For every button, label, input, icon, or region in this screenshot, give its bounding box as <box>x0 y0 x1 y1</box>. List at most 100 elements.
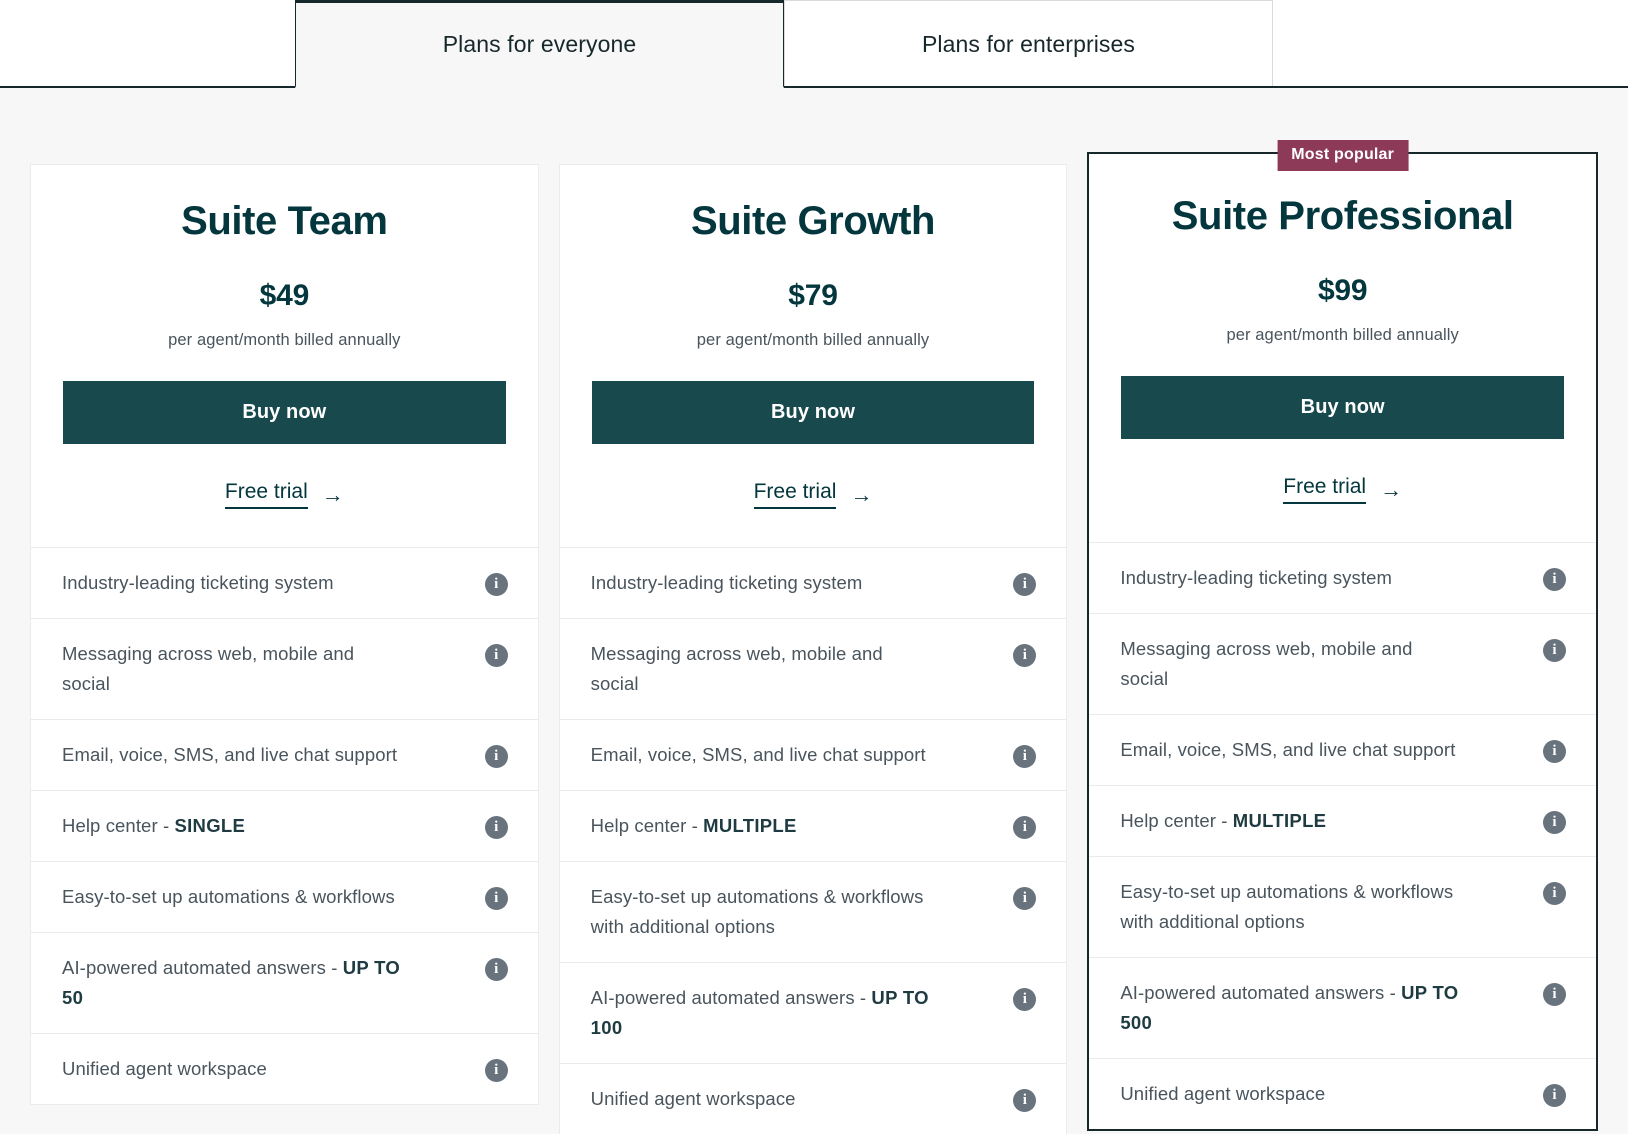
feature-row: Email, voice, SMS, and live chat support… <box>31 720 538 791</box>
plan-price: $49 <box>259 279 310 312</box>
plan-name: Suite Growth <box>690 199 936 243</box>
free-trial-link[interactable]: Free trial <box>1283 475 1367 504</box>
info-icon[interactable]: i <box>484 1058 508 1082</box>
info-icon[interactable]: i <box>1013 573 1037 596</box>
feature-row: Easy-to-set up automations & workflows i <box>31 862 538 933</box>
info-icon[interactable]: i <box>1543 568 1567 591</box>
free-trial-link[interactable]: Free trial <box>224 480 308 509</box>
feature-label: Email, voice, SMS, and live chat support <box>1120 738 1456 760</box>
feature-emphasis: MULTIPLE <box>1232 809 1327 831</box>
plan-feature-list: Industry-leading ticketing system i Messag… <box>1089 543 1597 1129</box>
info-icon[interactable]: i <box>1013 987 1037 1011</box>
info-icon[interactable]: i <box>1013 643 1037 667</box>
plan-card-list: Suite Team $49 per agent/month billed annu… <box>30 140 1599 1134</box>
tab-plans-for-enterprises[interactable]: Plans for enterprises <box>784 0 1273 88</box>
free-trial-row: Free trial → <box>1121 475 1564 504</box>
plan-card-header: Suite Professional $99 per agent/month bil… <box>1089 154 1597 543</box>
info-icon[interactable]: i <box>484 744 508 768</box>
feature-text: Unified agent workspace <box>591 1084 796 1114</box>
buy-now-button[interactable]: Buy now <box>1121 376 1565 439</box>
feature-row: Unified agent workspace i <box>560 1064 1067 1134</box>
feature-row: Email, voice, SMS, and live chat support… <box>1089 715 1597 786</box>
feature-row: Messaging across web, mobile and social i <box>559 619 1067 720</box>
feature-text: Email, voice, SMS, and live chat support <box>62 740 397 770</box>
free-trial-row: Free trial → <box>592 480 1035 509</box>
info-icon[interactable]: i <box>1543 810 1567 834</box>
feature-emphasis: MULTIPLE <box>703 814 797 836</box>
feature-label: Industry-leading ticketing system <box>590 572 863 593</box>
feature-text: Help center - SINGLE <box>62 811 245 841</box>
info-icon[interactable]: i <box>1543 1083 1567 1107</box>
info-icon[interactable]: i <box>484 886 508 910</box>
feature-label: Email, voice, SMS, and live chat support <box>62 743 398 765</box>
feature-text: Unified agent workspace <box>62 1054 267 1084</box>
plan-billing-note: per agent/month billed annually <box>168 331 401 349</box>
tab-label: Plans for everyone <box>442 31 637 57</box>
plan-card: Suite Team $49 per agent/month billed annu… <box>30 164 539 1105</box>
feature-label: Email, voice, SMS, and live chat support <box>590 743 926 765</box>
feature-row: AI-powered automated answers - UP TO 500… <box>1089 958 1597 1059</box>
feature-text: Help center - MULTIPLE <box>591 811 797 841</box>
tab-plans-for-everyone[interactable]: Plans for everyone <box>295 0 784 88</box>
plan-price: $79 <box>788 279 838 312</box>
feature-label: AI-powered automated answers - <box>1120 981 1402 1003</box>
feature-text: Messaging across web, mobile and social <box>591 639 936 699</box>
feature-text: Industry-leading ticketing system <box>62 568 334 598</box>
info-icon[interactable]: i <box>1013 744 1037 768</box>
arrow-right-icon: → <box>850 481 873 507</box>
info-icon[interactable]: i <box>484 643 508 667</box>
buy-now-button[interactable]: Buy now <box>63 381 506 444</box>
feature-text: Help center - MULTIPLE <box>1120 806 1326 836</box>
info-icon[interactable]: i <box>484 573 508 596</box>
info-icon[interactable]: i <box>1543 638 1567 662</box>
feature-text: Unified agent workspace <box>1120 1079 1325 1109</box>
tab-label: Plans for enterprises <box>921 31 1136 57</box>
feature-text: Easy-to-set up automations & workflows w… <box>591 882 936 942</box>
feature-row: Easy-to-set up automations & workflows w… <box>1089 857 1597 958</box>
free-trial-row: Free trial → <box>63 480 506 509</box>
feature-text: AI-powered automated answers - UP TO 50 <box>62 953 407 1013</box>
feature-text: Email, voice, SMS, and live chat support <box>1120 735 1455 765</box>
feature-row: Industry-leading ticketing system i <box>1089 543 1597 614</box>
info-icon[interactable]: i <box>1013 886 1037 910</box>
info-icon[interactable]: i <box>484 957 508 981</box>
feature-row: AI-powered automated answers - UP TO 100… <box>559 963 1067 1064</box>
feature-label: AI-powered automated answers - <box>62 956 343 978</box>
feature-label: Messaging across web, mobile and social <box>590 642 883 694</box>
plan-feature-list: Industry-leading ticketing system i Messag… <box>31 548 538 1104</box>
feature-row: Industry-leading ticketing system i <box>559 548 1067 619</box>
plan-price: $99 <box>1317 274 1368 307</box>
feature-row: Help center - SINGLE i <box>31 791 538 862</box>
plan-card-header: Suite Team $49 per agent/month billed annu… <box>31 165 538 548</box>
feature-text: Easy-to-set up automations & workflows <box>62 882 395 912</box>
feature-row: Industry-leading ticketing system i <box>31 548 538 619</box>
free-trial-link[interactable]: Free trial <box>753 480 837 509</box>
info-icon[interactable]: i <box>1013 815 1037 839</box>
feature-text: Industry-leading ticketing system <box>1120 563 1392 593</box>
info-icon[interactable]: i <box>1543 982 1567 1006</box>
info-icon[interactable]: i <box>1013 1088 1037 1112</box>
feature-label: AI-powered automated answers - <box>590 986 872 1008</box>
feature-text: Easy-to-set up automations & workflows w… <box>1120 877 1465 937</box>
info-icon[interactable]: i <box>1543 739 1567 763</box>
feature-label: Unified agent workspace <box>590 1087 796 1109</box>
feature-row: Help center - MULTIPLE i <box>1089 786 1597 857</box>
feature-label: Unified agent workspace <box>1120 1082 1326 1104</box>
info-icon[interactable]: i <box>484 815 508 839</box>
feature-text: AI-powered automated answers - UP TO 500 <box>1120 978 1465 1038</box>
plan-billing-note: per agent/month billed annually <box>696 331 930 349</box>
feature-row: Messaging across web, mobile and social i <box>1089 614 1597 715</box>
feature-row: AI-powered automated answers - UP TO 50 i <box>31 933 538 1034</box>
pricing-plans-section: Suite Team $49 per agent/month billed annu… <box>0 88 1628 1134</box>
info-icon[interactable]: i <box>1543 881 1567 905</box>
feature-label: Help center - <box>590 814 704 836</box>
plan-card: Suite Growth $79 per agent/month billed an… <box>558 164 1068 1134</box>
feature-label: Industry-leading ticketing system <box>1120 567 1393 588</box>
buy-now-button[interactable]: Buy now <box>591 381 1035 444</box>
plan-card-header: Suite Growth $79 per agent/month billed an… <box>559 165 1067 548</box>
feature-label: Unified agent workspace <box>62 1057 267 1079</box>
feature-row: Email, voice, SMS, and live chat support… <box>559 720 1067 791</box>
arrow-right-icon: → <box>321 481 344 507</box>
feature-label: Messaging across web, mobile and social <box>1120 637 1413 689</box>
feature-label: Help center - <box>62 814 175 836</box>
